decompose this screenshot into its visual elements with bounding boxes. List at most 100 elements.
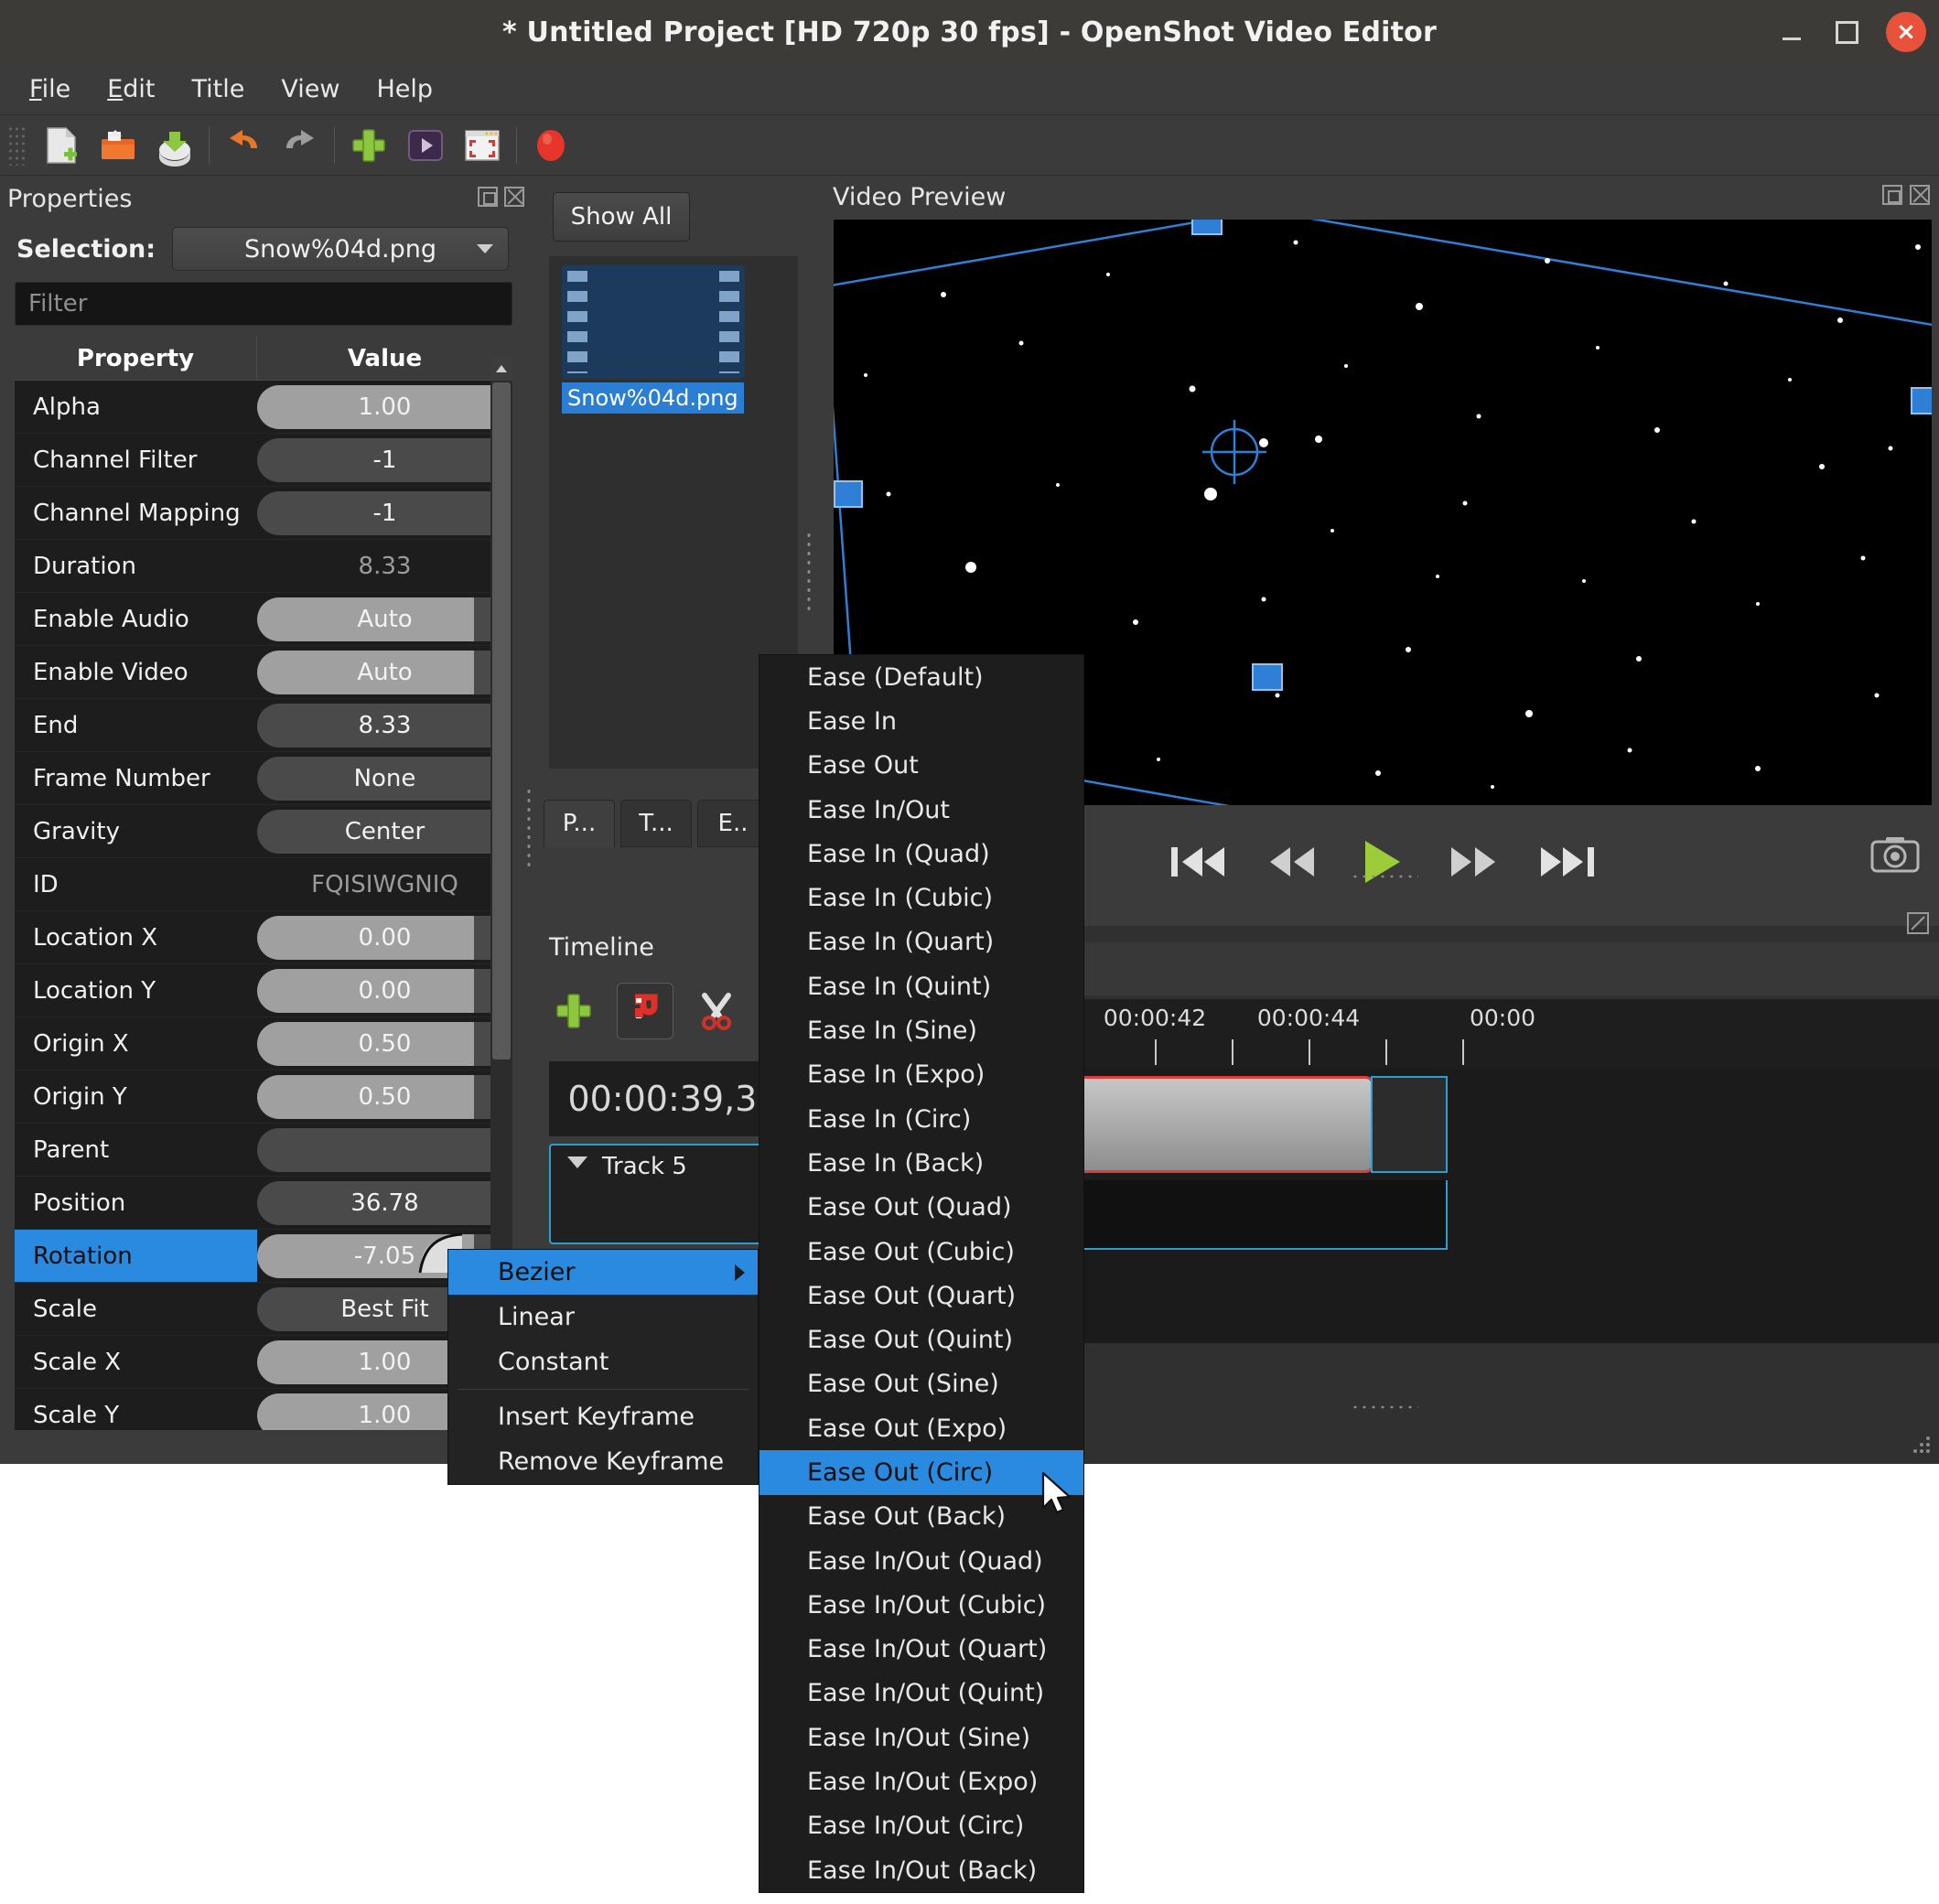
easing-item-ease-in-quint-[interactable]: Ease In (Quint): [759, 964, 1083, 1008]
easing-item-ease-in-out-quart-[interactable]: Ease In/Out (Quart): [759, 1628, 1083, 1672]
property-row-parent[interactable]: Parent: [15, 1124, 512, 1177]
easing-item-ease-in-out-back-[interactable]: Ease In/Out (Back): [759, 1848, 1083, 1892]
property-value-cell[interactable]: Center: [257, 805, 512, 857]
easing-item-ease-in-out-sine-[interactable]: Ease In/Out (Sine): [759, 1716, 1083, 1759]
jump-start-button[interactable]: [1168, 839, 1228, 885]
property-row-enable-audio[interactable]: Enable AudioAuto: [15, 593, 512, 646]
easing-item-ease-out-quad-[interactable]: Ease Out (Quad): [759, 1186, 1083, 1230]
menu-file[interactable]: File: [15, 70, 85, 109]
easing-item-ease-in-out-cubic-[interactable]: Ease In/Out (Cubic): [759, 1583, 1083, 1627]
menu-view[interactable]: View: [266, 70, 354, 109]
close-button[interactable]: ×: [1886, 12, 1926, 52]
easing-item-ease-default-[interactable]: Ease (Default): [759, 655, 1083, 699]
context-menu-item-linear[interactable]: Linear: [448, 1295, 758, 1339]
property-value-cell[interactable]: -1: [257, 487, 512, 539]
easing-item-ease-in-out-quint-[interactable]: Ease In/Out (Quint): [759, 1672, 1083, 1716]
scroll-up-icon[interactable]: [490, 357, 512, 381]
fullscreen-icon[interactable]: [454, 120, 511, 171]
property-row-channel-mapping[interactable]: Channel Mapping-1: [15, 487, 512, 540]
property-row-id[interactable]: IDFQISIWGNIQ: [15, 858, 512, 911]
context-menu-item-constant[interactable]: Constant: [448, 1339, 758, 1384]
property-value-cell[interactable]: 0.50: [257, 1017, 512, 1070]
easing-item-ease-out-back-[interactable]: Ease Out (Back): [759, 1495, 1083, 1539]
property-row-scale[interactable]: ScaleBest Fit: [15, 1283, 512, 1336]
preview-splitter-handle[interactable]: [1351, 873, 1418, 882]
menu-title[interactable]: Title: [178, 70, 260, 109]
float-preview-icon[interactable]: [1882, 185, 1902, 205]
choose-profile-icon[interactable]: [397, 120, 454, 171]
property-value-cell[interactable]: 0.50: [257, 1070, 512, 1123]
property-row-alpha[interactable]: Alpha1.00: [15, 381, 512, 434]
property-row-duration[interactable]: Duration8.33: [15, 540, 512, 593]
property-row-scale-y[interactable]: Scale Y1.00: [15, 1389, 512, 1430]
float-panel-icon[interactable]: [478, 187, 498, 207]
maximize-button[interactable]: [1831, 16, 1862, 48]
easing-item-ease-in-sine-[interactable]: Ease In (Sine): [759, 1008, 1083, 1052]
easing-item-ease-in-out-circ-[interactable]: Ease In/Out (Circ): [759, 1804, 1083, 1848]
easing-item-ease-out-cubic-[interactable]: Ease Out (Cubic): [759, 1230, 1083, 1274]
easing-item-ease-in-quad-[interactable]: Ease In (Quad): [759, 832, 1083, 876]
easing-item-ease-in[interactable]: Ease In: [759, 699, 1083, 743]
snapping-magnet-icon[interactable]: [617, 983, 673, 1039]
filter-input[interactable]: Filter: [15, 282, 512, 326]
menu-edit[interactable]: Edit: [92, 70, 169, 109]
export-video-icon[interactable]: [522, 120, 579, 171]
property-row-end[interactable]: End8.33: [15, 699, 512, 752]
property-row-frame-number[interactable]: Frame NumberNone: [15, 752, 512, 805]
timeline-dock-icon[interactable]: [1906, 911, 1930, 939]
scrollbar-thumb[interactable]: [492, 382, 511, 1060]
property-row-channel-filter[interactable]: Channel Filter-1: [15, 434, 512, 487]
easing-item-ease-in-out-expo-[interactable]: Ease In/Out (Expo): [759, 1759, 1083, 1803]
context-menu-item-remove-keyframe[interactable]: Remove Keyframe: [448, 1439, 758, 1484]
minimize-button[interactable]: [1776, 16, 1807, 48]
property-value-cell[interactable]: 8.33: [257, 540, 512, 592]
easing-item-ease-out-quint-[interactable]: Ease Out (Quint): [759, 1318, 1083, 1361]
property-value-cell[interactable]: 0.00: [257, 911, 512, 963]
property-value-cell[interactable]: 36.78: [257, 1177, 512, 1229]
property-value-cell[interactable]: 1.00: [257, 381, 512, 433]
property-value-cell[interactable]: FQISIWGNIQ: [257, 858, 512, 910]
easing-item-ease-in-out[interactable]: Ease In/Out: [759, 788, 1083, 832]
property-value-cell[interactable]: 8.33: [257, 699, 512, 751]
file-thumbnail[interactable]: [562, 265, 745, 379]
property-row-origin-y[interactable]: Origin Y0.50: [15, 1070, 512, 1124]
easing-item-ease-in-cubic-[interactable]: Ease In (Cubic): [759, 876, 1083, 920]
clip-selection-outline[interactable]: [1371, 1076, 1448, 1173]
jump-end-button[interactable]: [1537, 839, 1598, 885]
property-value-cell[interactable]: Auto: [257, 593, 512, 645]
property-row-enable-video[interactable]: Enable VideoAuto: [15, 646, 512, 699]
property-row-scale-x[interactable]: Scale X1.00: [15, 1336, 512, 1389]
property-row-origin-x[interactable]: Origin X0.50: [15, 1017, 512, 1070]
new-project-icon[interactable]: [33, 120, 90, 171]
property-value-cell[interactable]: 0.00: [257, 964, 512, 1017]
easing-item-ease-out-expo-[interactable]: Ease Out (Expo): [759, 1406, 1083, 1450]
resize-grip-icon[interactable]: [1910, 1433, 1934, 1460]
vertical-splitter-handle[interactable]: [525, 787, 534, 869]
selection-combobox[interactable]: Snow%04d.png: [172, 227, 509, 271]
easing-item-ease-in-out-quad-[interactable]: Ease In/Out (Quad): [759, 1539, 1083, 1583]
context-menu-item-bezier[interactable]: Bezier: [448, 1250, 758, 1295]
add-track-icon[interactable]: [545, 983, 602, 1039]
property-value-cell[interactable]: [257, 1124, 512, 1176]
property-row-location-x[interactable]: Location X0.00: [15, 911, 512, 964]
easing-item-ease-in-quart-[interactable]: Ease In (Quart): [759, 920, 1083, 964]
context-menu-item-insert-keyframe[interactable]: Insert Keyframe: [448, 1394, 758, 1439]
fast-forward-button[interactable]: [1446, 839, 1501, 885]
timeline-splitter-handle[interactable]: [1351, 1404, 1418, 1413]
property-value-cell[interactable]: -1: [257, 434, 512, 486]
easing-item-ease-out-circ-[interactable]: Ease Out (Circ): [759, 1450, 1083, 1494]
redo-icon[interactable]: [272, 120, 329, 171]
project-files-splitter-handle[interactable]: [805, 531, 814, 613]
show-all-button[interactable]: Show All: [553, 192, 690, 242]
easing-item-ease-out[interactable]: Ease Out: [759, 744, 1083, 788]
easing-item-ease-in-expo-[interactable]: Ease In (Expo): [759, 1053, 1083, 1097]
save-project-icon[interactable]: [146, 120, 203, 171]
easing-item-ease-out-quart-[interactable]: Ease Out (Quart): [759, 1274, 1083, 1318]
close-preview-icon[interactable]: [1910, 185, 1930, 205]
property-row-gravity[interactable]: GravityCenter: [15, 805, 512, 858]
easing-item-ease-out-sine-[interactable]: Ease Out (Sine): [759, 1362, 1083, 1406]
property-row-position[interactable]: Position36.78: [15, 1177, 512, 1230]
rewind-button[interactable]: [1265, 839, 1320, 885]
tab-transitions[interactable]: T...: [620, 800, 692, 847]
easing-item-ease-in-back-[interactable]: Ease In (Back): [759, 1141, 1083, 1185]
